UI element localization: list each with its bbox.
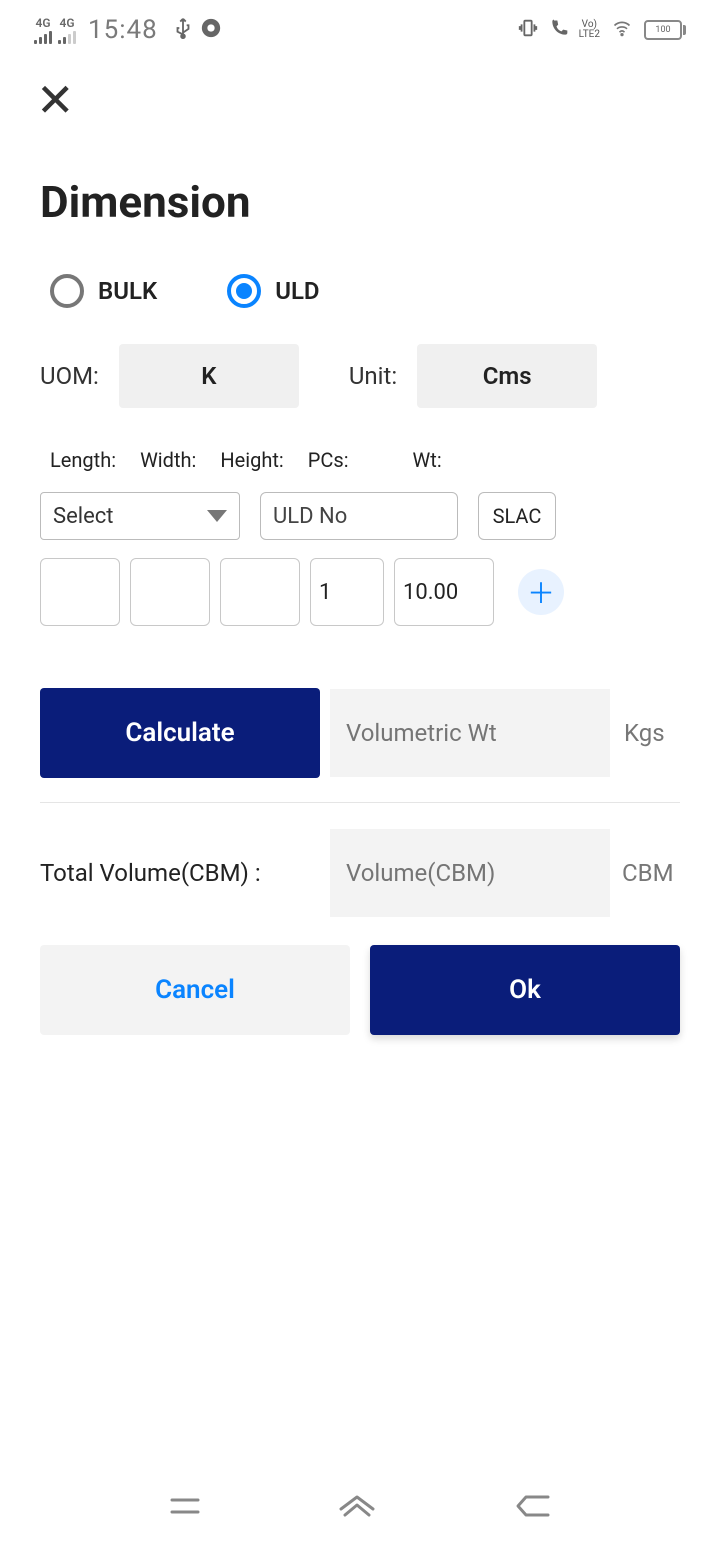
kgs-label: Kgs xyxy=(624,719,665,747)
radio-bulk-label: BULK xyxy=(98,277,157,305)
header-length: Length: xyxy=(50,448,116,472)
radio-checked-icon xyxy=(227,274,261,308)
radio-uld-label: ULD xyxy=(275,277,319,305)
recent-apps-icon[interactable] xyxy=(168,1492,202,1524)
radio-unchecked-icon xyxy=(50,274,84,308)
unit-selector[interactable]: Cms xyxy=(417,344,597,408)
uom-selector[interactable]: K xyxy=(119,344,299,408)
dimension-headers: Length: Width: Height: PCs: Wt: xyxy=(0,438,720,492)
calculate-button[interactable]: Calculate xyxy=(40,688,320,778)
uom-label: UOM: xyxy=(40,362,99,390)
uld-type-select[interactable]: Select xyxy=(40,492,240,540)
vibrate-icon xyxy=(517,17,539,43)
chrome-icon xyxy=(200,17,222,43)
radio-bulk[interactable]: BULK xyxy=(50,274,157,308)
cancel-button[interactable]: Cancel xyxy=(40,945,350,1035)
status-left: 4G 4G 15:48 xyxy=(34,15,222,45)
dimension-type-radio-group: BULK ULD xyxy=(0,274,720,344)
plus-icon: ＋ xyxy=(527,572,555,612)
select-placeholder: Select xyxy=(53,504,113,529)
battery-icon: 100 xyxy=(644,20,686,40)
ok-button[interactable]: Ok xyxy=(370,945,680,1035)
home-icon[interactable] xyxy=(337,1491,377,1525)
call-icon xyxy=(549,18,569,42)
clock-time: 15:48 xyxy=(88,15,158,45)
width-input[interactable] xyxy=(130,558,210,626)
chevron-down-icon xyxy=(207,510,227,522)
header-pcs: PCs: xyxy=(308,448,349,472)
signal-4g-2-icon: 4G xyxy=(58,17,76,44)
uld-no-label: ULD No xyxy=(273,504,347,529)
uld-no-input[interactable]: ULD No xyxy=(260,492,458,540)
unit-label: Unit: xyxy=(349,362,397,390)
header-wt: Wt: xyxy=(413,448,442,472)
wifi-icon xyxy=(610,18,634,42)
status-bar: 4G 4G 15:48 Vo)LTE2 100 xyxy=(0,0,720,52)
system-navigation-bar xyxy=(0,1472,720,1544)
volume-cbm-output[interactable] xyxy=(330,829,610,917)
add-row-button[interactable]: ＋ xyxy=(518,569,564,615)
volumetric-wt-output[interactable] xyxy=(330,689,610,777)
length-input[interactable] xyxy=(40,558,120,626)
page-title: Dimension xyxy=(0,124,720,274)
usb-icon xyxy=(172,17,194,43)
pcs-input[interactable] xyxy=(310,558,384,626)
cbm-label: CBM xyxy=(622,859,674,887)
header-height: Height: xyxy=(220,448,283,472)
divider xyxy=(40,802,680,803)
signal-4g-1-icon: 4G xyxy=(34,17,52,44)
status-right: Vo)LTE2 100 xyxy=(517,17,686,43)
wt-input[interactable] xyxy=(394,558,494,626)
back-icon[interactable] xyxy=(512,1491,552,1525)
total-volume-label: Total Volume(CBM) : xyxy=(40,859,320,887)
close-icon[interactable]: ✕ xyxy=(36,74,75,128)
volte-icon: Vo)LTE2 xyxy=(579,20,600,40)
header-width: Width: xyxy=(140,448,196,472)
radio-uld[interactable]: ULD xyxy=(227,274,319,308)
slac-button[interactable]: SLAC xyxy=(478,492,556,540)
height-input[interactable] xyxy=(220,558,300,626)
